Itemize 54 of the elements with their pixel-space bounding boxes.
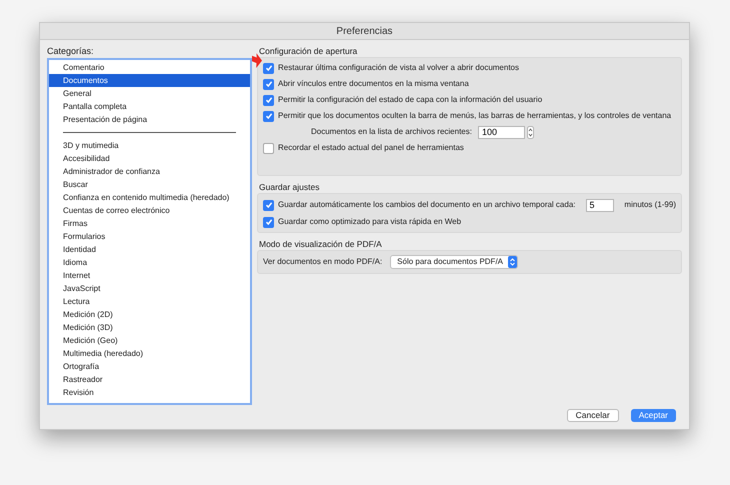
category-item[interactable]: JavaScript	[49, 282, 250, 295]
checkbox[interactable]	[263, 216, 274, 228]
category-item[interactable]: Ortografía	[49, 360, 250, 373]
minutes-field[interactable]: 5	[586, 198, 614, 212]
category-item[interactable]: Presentación de página	[49, 113, 250, 126]
checkbox[interactable]	[263, 94, 274, 106]
checkbox-label: Guardar como optimizado para vista rápida en Web	[278, 216, 462, 228]
category-item[interactable]: Medición (3D)	[49, 321, 250, 334]
category-item[interactable]: Internet	[49, 269, 250, 282]
category-item[interactable]: Lectura	[49, 295, 250, 308]
checkbox-label: Guardar automáticamente los cambios del documento en un archivo temporal cada:	[278, 199, 576, 211]
cancel-button[interactable]: Cancelar	[566, 409, 619, 422]
category-item[interactable]: Confianza en contenido multimedia (heredado)	[49, 191, 250, 204]
category-item[interactable]: Firmas	[49, 217, 250, 230]
select-arrows-icon	[508, 256, 518, 268]
category-item[interactable]: Documentos	[49, 74, 250, 87]
checkbox-label: Permitir la configuración del estado de capa con la información del usuario	[278, 94, 542, 106]
category-item[interactable]: Idioma	[49, 256, 250, 269]
checkbox[interactable]	[263, 62, 274, 74]
field-label: Ver documentos en modo PDF/A:	[263, 256, 382, 268]
category-item[interactable]: 3D y mutimedia	[49, 139, 250, 152]
checkbox[interactable]	[263, 142, 274, 154]
section-title: Guardar ajustes	[258, 181, 320, 193]
category-item[interactable]: Administrador de confianza	[49, 165, 250, 178]
category-item[interactable]: Medición (2D)	[49, 308, 250, 321]
category-item[interactable]: Cuentas de correo electrónico	[49, 204, 250, 217]
section-title: Configuración de apertura	[258, 45, 358, 57]
mode-select[interactable]: Sólo para documentos PDF/A	[390, 255, 518, 269]
recent-count-field[interactable]: 100	[478, 126, 525, 138]
window-title: Preferencias	[336, 24, 393, 38]
category-item[interactable]: Pantalla completa	[49, 100, 250, 113]
section-title: Modo de visualización de PDF/A	[258, 238, 383, 250]
stepper-icon[interactable]	[526, 126, 534, 138]
accept-button[interactable]: Aceptar	[630, 409, 676, 422]
minutes-range: minutos (1-99)	[624, 199, 676, 211]
category-item[interactable]: Revisión	[49, 386, 250, 399]
checkbox-label: Permitir que los documentos oculten la barra de menús, las barras de herramientas, y los controles de ventana	[278, 110, 672, 122]
category-item[interactable]: Accesibilidad	[49, 152, 250, 165]
category-item[interactable]: Rastreador	[49, 373, 250, 386]
checkbox[interactable]	[263, 110, 274, 122]
category-item[interactable]: Buscar	[49, 178, 250, 191]
category-item[interactable]: Medición (Geo)	[49, 334, 250, 347]
checkbox-label: Restaurar última configuración de vista al volver a abrir documentos	[278, 62, 520, 74]
category-item[interactable]: Formularios	[49, 230, 250, 243]
category-item[interactable]: Comentario	[49, 61, 250, 74]
checkbox[interactable]	[263, 78, 274, 90]
categories-label: Categorías:	[47, 45, 95, 58]
category-item[interactable]: Identidad	[49, 243, 250, 256]
checkbox[interactable]	[263, 200, 274, 210]
field-label: Documentos en la lista de archivos recientes:	[311, 126, 472, 138]
category-item[interactable]: General	[49, 87, 250, 100]
checkbox-label: Recordar el estado actual del panel de herramientas	[278, 142, 464, 154]
category-item[interactable]: Multimedia (heredado)	[49, 347, 250, 360]
checkbox-label: Abrir vínculos entre documentos en la misma ventana	[278, 78, 469, 90]
